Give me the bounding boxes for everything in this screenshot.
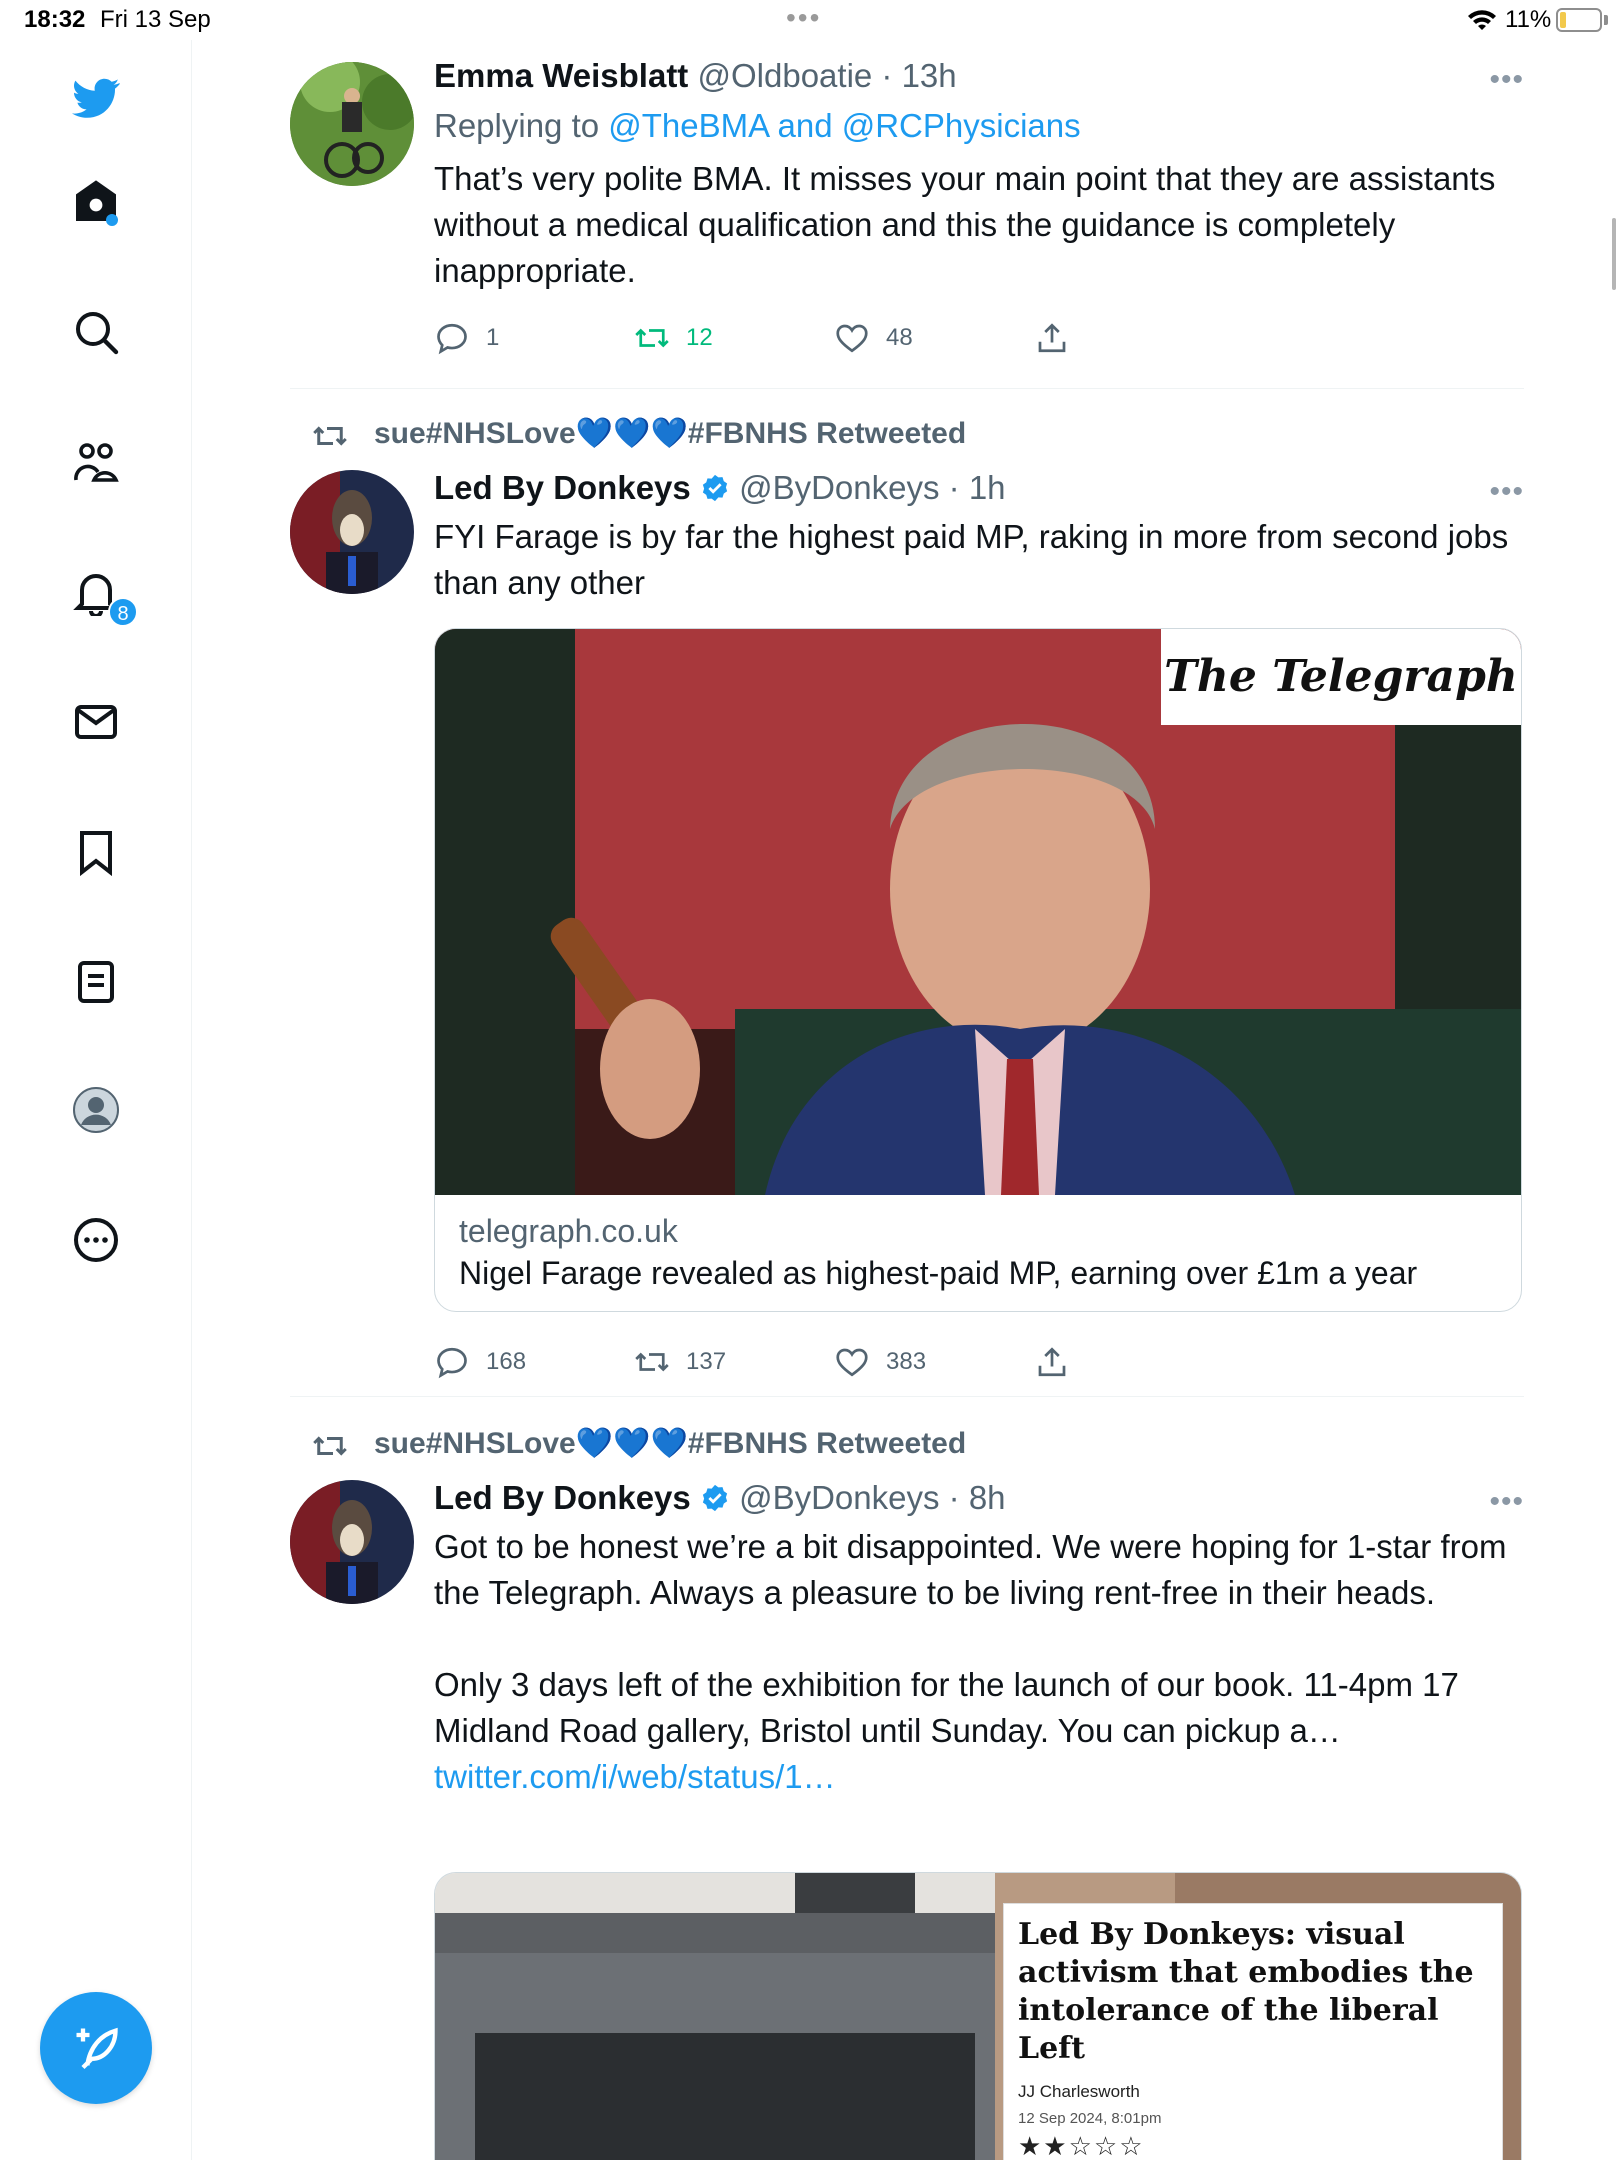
share-icon xyxy=(1038,323,1066,353)
communities-icon[interactable] xyxy=(66,432,126,492)
tweet-divider xyxy=(290,1396,1524,1397)
reply-button[interactable]: 1 xyxy=(434,320,499,356)
tweet-emma[interactable]: Emma Weisblatt @Oldboatie · 13h ••• Repl… xyxy=(290,56,1524,356)
tweet-link-wrapper: twitter.com/i/web/status/1… xyxy=(434,1754,1524,1800)
retweet-count: 12 xyxy=(686,324,713,351)
reply-icon xyxy=(437,1347,467,1379)
like-count: 48 xyxy=(886,324,913,351)
like-button[interactable]: 48 xyxy=(834,320,913,356)
review-date: 12 Sep 2024, 8:01pm xyxy=(1018,2110,1162,2127)
retweet-button[interactable]: 137 xyxy=(634,1344,726,1380)
status-time: 18:32 xyxy=(24,6,86,33)
retweeted-by[interactable]: sue#NHSLove💙💙💙#FBNHS Retweeted xyxy=(313,416,967,452)
retweeted-by-label: sue#NHSLove💙💙💙#FBNHS Retweeted xyxy=(374,1427,967,1460)
like-count: 383 xyxy=(886,1348,927,1375)
tweet-actions: 1 12 48 xyxy=(434,320,1134,360)
review-star-rating: ★★☆☆☆ xyxy=(1018,2131,1145,2160)
avatar[interactable] xyxy=(290,62,414,186)
tweet-header: Led By Donkeys @ByDonkeys · 1h xyxy=(434,468,1524,508)
tweet-header: Emma Weisblatt @Oldboatie · 13h xyxy=(434,56,1524,96)
tweet-time[interactable]: · 8h xyxy=(949,1479,1006,1516)
retweeted-icon xyxy=(313,426,347,446)
avatar[interactable] xyxy=(290,1480,414,1604)
retweet-icon xyxy=(635,1352,669,1372)
retweet-button[interactable]: 12 xyxy=(634,320,713,356)
tweet-text: Got to be honest we’re a bit disappointe… xyxy=(434,1528,1507,1749)
tweet-link[interactable]: twitter.com/i/web/status/1… xyxy=(434,1758,836,1795)
heart-icon xyxy=(836,324,868,353)
verified-badge-icon xyxy=(702,1484,728,1512)
multitasking-dots-icon[interactable]: ••• xyxy=(786,4,821,32)
heart-icon xyxy=(836,1348,868,1377)
share-button[interactable] xyxy=(1034,1344,1086,1380)
retweeted-by-label: sue#NHSLove💙💙💙#FBNHS Retweeted xyxy=(374,417,967,450)
status-date: Fri 13 Sep xyxy=(100,6,211,33)
retweet-icon xyxy=(635,328,669,348)
replying-to: Replying to @TheBMA and @RCPhysicians xyxy=(434,106,1524,146)
telegraph-logo: The Telegraph xyxy=(1161,629,1521,725)
messages-envelope-icon[interactable] xyxy=(66,692,126,752)
battery-percent: 11% xyxy=(1505,6,1552,33)
card-domain: telegraph.co.uk xyxy=(459,1213,678,1249)
wifi-icon xyxy=(1468,10,1496,30)
replying-prefix: Replying to xyxy=(434,107,609,144)
review-clipping: Led By Donkeys: visual activism that emb… xyxy=(1003,1903,1503,2160)
tweet-text: FYI Farage is by far the highest paid MP… xyxy=(434,518,1518,601)
profile-avatar-icon[interactable] xyxy=(66,1080,126,1140)
tweet-telegraph-review[interactable]: sue#NHSLove💙💙💙#FBNHS Retweeted Led By Do… xyxy=(290,1426,1524,2160)
user-handle[interactable]: @ByDonkeys xyxy=(739,1479,939,1516)
verified-badge-icon xyxy=(702,474,728,502)
more-menu-icon[interactable]: ••• xyxy=(1489,1487,1524,1517)
avatar[interactable] xyxy=(290,470,414,594)
compose-feather-icon xyxy=(76,2027,118,2070)
review-headline: Led By Donkeys: visual activism that emb… xyxy=(1018,1917,1474,2066)
scrollbar[interactable] xyxy=(1612,218,1616,290)
user-handle[interactable]: @Oldboatie xyxy=(697,57,872,94)
retweeted-by[interactable]: sue#NHSLove💙💙💙#FBNHS Retweeted xyxy=(313,1426,967,1462)
retweeted-icon xyxy=(313,1436,347,1456)
retweet-count: 137 xyxy=(686,1348,727,1375)
card-title: Nigel Farage revealed as highest-paid MP… xyxy=(459,1255,1418,1291)
reply-count: 1 xyxy=(486,324,500,351)
user-handle[interactable]: @ByDonkeys xyxy=(739,469,939,506)
display-name[interactable]: Emma Weisblatt xyxy=(434,57,688,94)
more-menu-icon[interactable]: ••• xyxy=(1489,477,1524,507)
sidebar-nav: 8 xyxy=(0,40,192,2160)
lists-icon[interactable] xyxy=(66,952,126,1012)
reply-count: 168 xyxy=(486,1348,527,1375)
bookmarks-icon[interactable] xyxy=(66,822,126,882)
twitter-logo-icon[interactable] xyxy=(66,68,126,128)
review-author: JJ Charlesworth xyxy=(1018,2082,1140,2101)
tweet-time[interactable]: · 1h xyxy=(949,469,1006,506)
home-unread-dot xyxy=(106,214,118,226)
more-options-icon[interactable] xyxy=(66,1210,126,1270)
compose-tweet-button[interactable] xyxy=(40,1992,152,2104)
status-bar: 18:32 Fri 13 Sep ••• 11% xyxy=(0,0,1620,40)
display-name[interactable]: Led By Donkeys xyxy=(434,469,691,506)
notification-count-badge: 8 xyxy=(108,597,138,627)
reply-icon xyxy=(437,323,467,355)
display-name[interactable]: Led By Donkeys xyxy=(434,1479,691,1516)
share-icon xyxy=(1038,1347,1066,1377)
tweet-farage[interactable]: sue#NHSLove💙💙💙#FBNHS Retweeted Led By Do… xyxy=(290,416,1524,1379)
tweet-header: Led By Donkeys @ByDonkeys · 8h xyxy=(434,1478,1524,1518)
like-button[interactable]: 383 xyxy=(834,1344,926,1380)
media-image[interactable]: Led By Donkeys: visual activism that emb… xyxy=(434,1872,1522,2160)
link-card[interactable]: The Telegraph telegraph.co.uk Nigel Fara… xyxy=(434,628,1522,1312)
battery-icon xyxy=(1556,8,1602,32)
replying-to-links[interactable]: @TheBMA and @RCPhysicians xyxy=(608,107,1080,144)
tweet-time[interactable]: · 13h xyxy=(881,57,956,94)
share-button[interactable] xyxy=(1034,320,1086,356)
tweet-actions: 168 137 383 xyxy=(434,1344,1134,1384)
card-image[interactable]: The Telegraph xyxy=(435,629,1521,1195)
explore-search-icon[interactable] xyxy=(66,302,126,362)
tweet-text: That’s very polite BMA. It misses your m… xyxy=(434,160,1505,289)
more-menu-icon[interactable]: ••• xyxy=(1489,65,1524,95)
tweet-divider xyxy=(290,388,1524,389)
reply-button[interactable]: 168 xyxy=(434,1344,526,1380)
